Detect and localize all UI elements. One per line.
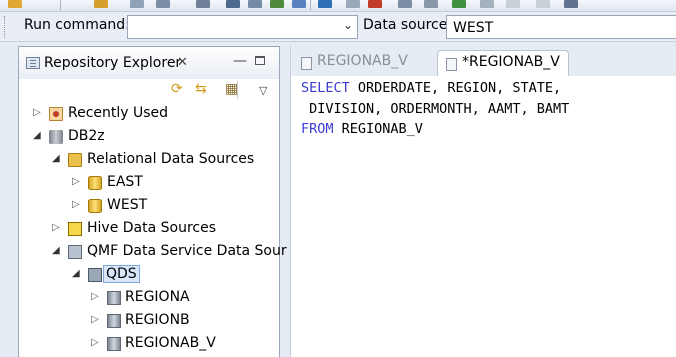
run-command-combo[interactable]: ⌄: [127, 15, 358, 39]
table-icon: [107, 314, 121, 328]
code-line: DIVISION, ORDERMONTH, AAMT, BAMT: [301, 99, 569, 120]
sql-file-icon: [446, 58, 457, 71]
tree-node-label: REGIONAB_V: [125, 335, 216, 351]
expand-icon[interactable]: ▷: [72, 176, 80, 187]
data-source-icon: [88, 176, 102, 190]
toolbar-icon[interactable]: [506, 0, 520, 8]
code-text: DIVISION, ORDERMONTH, AAMT, BAMT: [301, 100, 570, 117]
tree-node-label: EAST: [107, 174, 143, 190]
folder-icon: [68, 153, 82, 167]
editor-tab-label: REGIONAB_V: [317, 53, 408, 69]
code-line: FROM REGIONAB_V: [301, 119, 569, 140]
editor-tab-regionab-v[interactable]: REGIONAB_V: [293, 50, 416, 76]
sql-file-icon: [301, 57, 312, 70]
hive-icon: [68, 222, 82, 236]
expand-icon[interactable]: ▷: [52, 222, 60, 233]
toolbar-separator: [310, 0, 311, 10]
link-with-editor-icon[interactable]: ⇆: [195, 81, 207, 97]
chevron-down-icon[interactable]: ⌄: [343, 18, 353, 32]
sql-editor: REGIONAB_V *REGIONAB_V SELECT ORDERDATE,…: [290, 46, 676, 357]
toolbar-icon[interactable]: [156, 0, 170, 8]
toolbar-icon[interactable]: [94, 0, 108, 8]
tree-node-label: Relational Data Sources: [87, 151, 255, 167]
expand-icon[interactable]: ▷: [91, 337, 99, 348]
toolbar-icon[interactable]: [424, 0, 438, 8]
table-icon: [107, 291, 121, 305]
database-icon: [49, 130, 63, 144]
code-line: SELECT ORDERDATE, REGION, STATE,: [301, 78, 569, 99]
toolbar-icon[interactable]: [368, 0, 382, 8]
toolbar-icon[interactable]: [130, 0, 144, 8]
tree-node-label: Hive Data Sources: [87, 220, 217, 236]
toolbar-icon[interactable]: [196, 0, 210, 8]
sql-keyword: FROM: [301, 121, 334, 137]
close-icon[interactable]: ✕: [177, 55, 188, 70]
repository-explorer-view: Repository Explorer ✕ — ⟳ ⇆ ▦ ▽ ▷ Recent…: [18, 46, 287, 357]
collapse-icon[interactable]: ◢: [52, 153, 60, 164]
data-source-field[interactable]: WEST: [446, 15, 676, 39]
toolbar-icon[interactable]: [270, 0, 284, 8]
code-text: REGIONAB_V: [333, 121, 423, 137]
command-bar: Run command: ⌄ Data source: WEST: [0, 12, 676, 42]
tree-node-label: DB2z: [68, 128, 105, 144]
collapse-icon[interactable]: ◢: [52, 245, 60, 256]
repository-explorer-tab[interactable]: Repository Explorer ✕ —: [19, 47, 279, 79]
new-repository-icon[interactable]: ▦: [225, 81, 238, 97]
expand-icon[interactable]: ▷: [91, 314, 99, 325]
minimize-icon[interactable]: —: [233, 53, 247, 69]
toolbar-grip[interactable]: [4, 16, 8, 38]
toolbar-icon[interactable]: [248, 0, 262, 8]
toolbar-icon[interactable]: [536, 0, 550, 8]
toolbar-icon[interactable]: [226, 0, 240, 8]
toolbar-icon[interactable]: [346, 0, 360, 8]
expand-icon[interactable]: ▷: [33, 107, 41, 118]
history-icon: [49, 107, 63, 121]
view-toolbar: ⟳ ⇆ ▦ ▽: [19, 79, 279, 103]
tree-node-label: WEST: [107, 197, 148, 213]
toolbar-icon[interactable]: [8, 0, 22, 8]
editor-tab-label: *REGIONAB_V: [462, 54, 560, 70]
refresh-icon[interactable]: ⟳: [171, 81, 183, 97]
expand-icon[interactable]: ▷: [72, 199, 80, 210]
view-menu-icon[interactable]: ▽: [259, 84, 267, 97]
toolbar-icon[interactable]: [564, 0, 578, 8]
toolbar-icon[interactable]: [480, 0, 494, 8]
view-title: Repository Explorer: [44, 55, 182, 71]
maximize-icon[interactable]: [255, 56, 265, 65]
data-source-label: Data source:: [363, 17, 453, 33]
tree-node-label: REGIONA: [125, 289, 190, 305]
table-icon: [107, 337, 121, 351]
expand-icon[interactable]: ▷: [91, 291, 99, 302]
run-command-label: Run command:: [24, 17, 130, 33]
collapse-icon[interactable]: ◢: [72, 268, 80, 279]
sql-code-area[interactable]: SELECT ORDERDATE, REGION, STATE, DIVISIO…: [301, 78, 569, 140]
qmf-data-service-icon: [68, 245, 82, 259]
toolbar-icon[interactable]: [292, 0, 306, 8]
sql-keyword: SELECT: [301, 80, 350, 96]
toolbar-icon[interactable]: [452, 0, 466, 8]
toolbar-separator: [60, 0, 61, 10]
repository-explorer-icon: [26, 57, 40, 69]
main-toolbar: [0, 0, 676, 12]
toolbar-icon[interactable]: [318, 0, 332, 8]
toolbar-icon[interactable]: [398, 0, 412, 8]
editor-tab-regionab-v-dirty[interactable]: *REGIONAB_V: [437, 50, 569, 76]
tree-node-label: Recently Used: [68, 105, 169, 121]
editor-tab-bar: REGIONAB_V *REGIONAB_V: [291, 46, 676, 76]
tree-node-label: REGIONB: [125, 312, 190, 328]
code-text: ORDERDATE, REGION, STATE,: [349, 80, 562, 96]
qds-icon: [88, 268, 102, 282]
tree-node-label: QMF Data Service Data Sour: [87, 243, 287, 259]
data-source-icon: [88, 199, 102, 213]
collapse-icon[interactable]: ◢: [33, 130, 41, 141]
tree-node-label: QDS: [103, 265, 140, 283]
